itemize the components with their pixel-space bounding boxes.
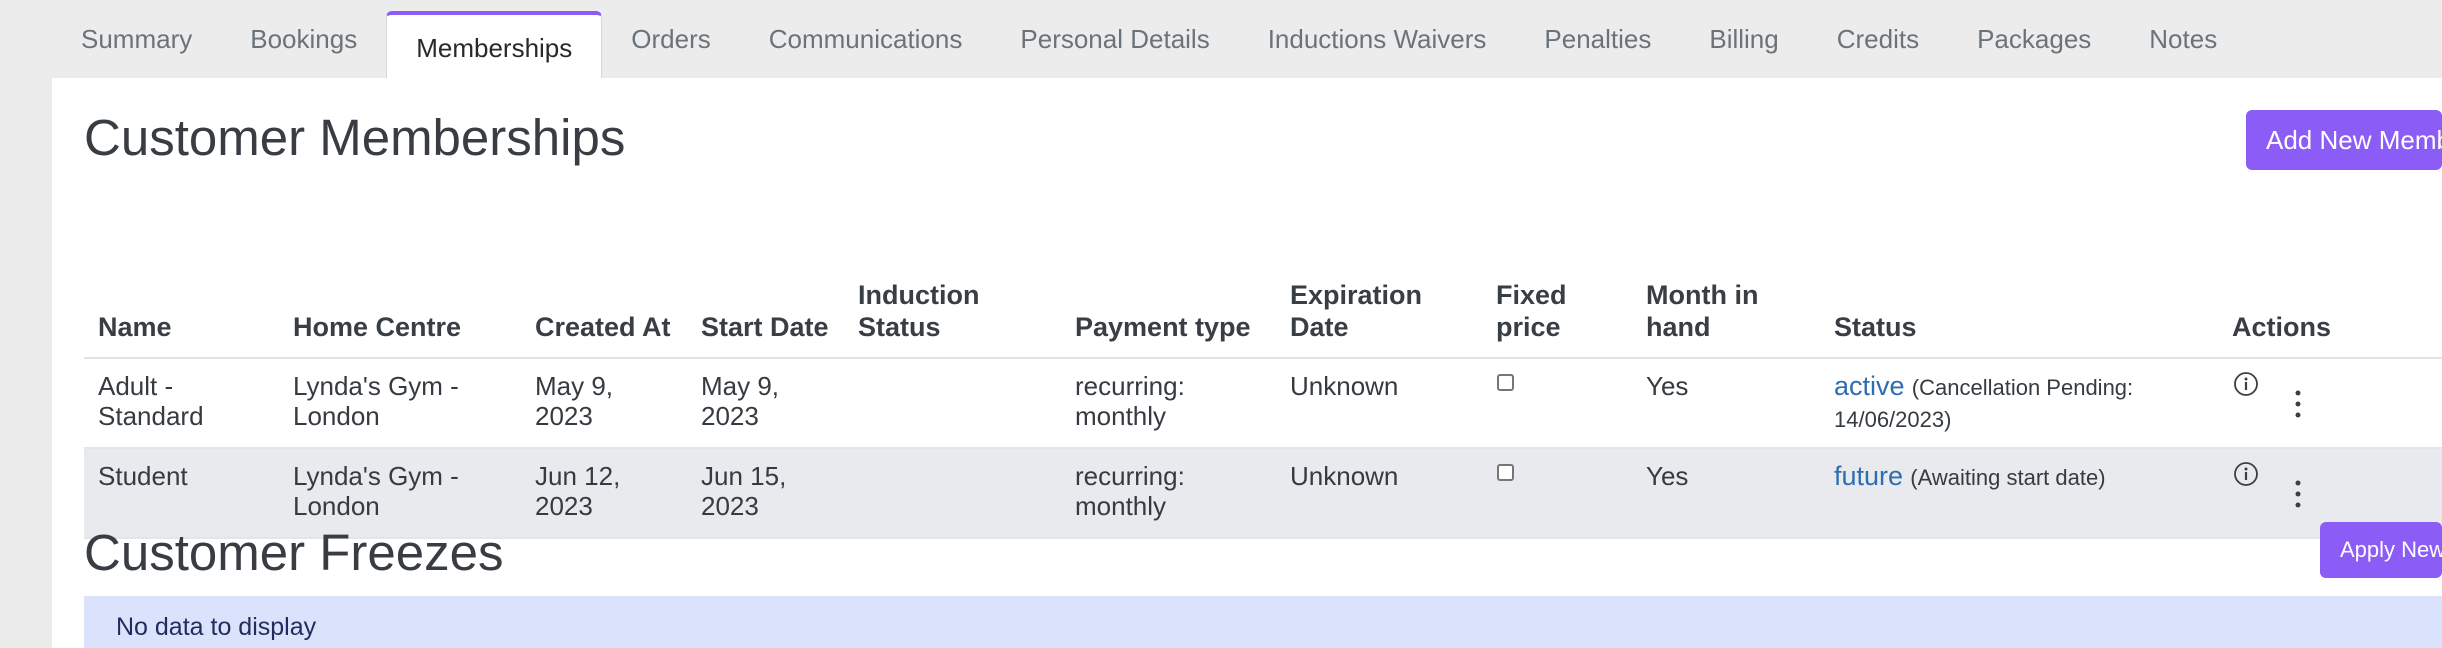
status-note-date: 14/06/2023) (1834, 407, 1952, 432)
memberships-table: Name Home Centre Created At Start Date I… (84, 193, 2442, 539)
cell-start-date: May 9, 2023 (701, 371, 780, 431)
freezes-empty-state: No data to display (84, 596, 2442, 648)
column-header-actions: Actions (2232, 312, 2332, 342)
cell-home-centre: Lynda's Gym - London (293, 371, 459, 431)
status-note: (Cancellation Pending: (1911, 375, 2134, 400)
freezes-title: Customer Freezes (84, 524, 504, 581)
cell-name: Adult - Standard (98, 371, 204, 431)
add-membership-button[interactable]: Add New Membership (2246, 110, 2442, 170)
cell-month-in-hand: Yes (1646, 461, 1689, 491)
cell-status: future (Awaiting start date) (1834, 461, 2106, 493)
cell-name: Student (98, 461, 188, 491)
tab-communications[interactable]: Communications (740, 0, 992, 78)
cell-start-date: Jun 15, 2023 (701, 461, 787, 521)
tab-personal-details[interactable]: Personal Details (991, 0, 1238, 78)
tab-penalties[interactable]: Penalties (1515, 0, 1680, 78)
column-header-status: Status (1834, 312, 1917, 342)
fixed-price-checkbox[interactable] (1497, 374, 1514, 391)
tab-memberships[interactable]: Memberships (386, 11, 603, 78)
column-header-induction-status: Induction Status (858, 280, 980, 342)
table-header: Name Home Centre Created At Start Date I… (84, 193, 2442, 359)
apply-freeze-button[interactable]: Apply New Freeze (2320, 522, 2442, 578)
column-header-created-at: Created At (535, 312, 671, 342)
tab-bar: Summary Bookings Memberships Orders Comm… (52, 0, 2246, 78)
cell-home-centre: Lynda's Gym - London (293, 461, 459, 521)
kebab-menu-icon[interactable] (2293, 389, 2303, 419)
column-header-expiration-date: Expiration Date (1290, 280, 1423, 342)
column-header-month-in-hand: Month in hand (1646, 280, 1759, 342)
tab-packages[interactable]: Packages (1948, 0, 2120, 78)
tab-billing[interactable]: Billing (1680, 0, 1807, 78)
status-link[interactable]: active (1834, 371, 1905, 401)
cell-created-at: Jun 12, 2023 (535, 461, 621, 521)
column-header-fixed-price: Fixed price (1496, 280, 1567, 342)
column-header-payment-type: Payment type (1075, 312, 1251, 342)
kebab-menu-icon[interactable] (2293, 479, 2303, 509)
tab-orders[interactable]: Orders (602, 0, 739, 78)
info-icon[interactable] (2233, 461, 2259, 487)
column-header-start-date: Start Date (701, 312, 829, 342)
tab-inductions-waivers[interactable]: Inductions Waivers (1239, 0, 1516, 78)
tab-summary[interactable]: Summary (52, 0, 221, 78)
cell-month-in-hand: Yes (1646, 371, 1689, 401)
cell-status: active (Cancellation Pending: 14/06/2023… (1834, 371, 2133, 435)
cell-payment-type: recurring: monthly (1075, 461, 1185, 521)
info-icon[interactable] (2233, 371, 2259, 397)
tab-credits[interactable]: Credits (1808, 0, 1948, 78)
cell-created-at: May 9, 2023 (535, 371, 614, 431)
tab-notes[interactable]: Notes (2120, 0, 2246, 78)
memberships-title: Customer Memberships (84, 109, 626, 166)
status-note: (Awaiting start date) (1910, 465, 2106, 490)
cell-expiration-date: Unknown (1290, 461, 1399, 491)
memberships-panel: Customer Memberships Add New Membership … (52, 78, 2442, 648)
column-header-home-centre: Home Centre (293, 312, 462, 342)
column-header-name: Name (98, 312, 172, 342)
fixed-price-checkbox[interactable] (1497, 464, 1514, 481)
cell-expiration-date: Unknown (1290, 371, 1399, 401)
tab-bookings[interactable]: Bookings (221, 0, 386, 78)
cell-payment-type: recurring: monthly (1075, 371, 1185, 431)
empty-state-text: No data to display (116, 613, 317, 641)
status-link[interactable]: future (1834, 461, 1903, 491)
table-row: Adult - Standard Lynda's Gym - London May … (84, 359, 2442, 449)
